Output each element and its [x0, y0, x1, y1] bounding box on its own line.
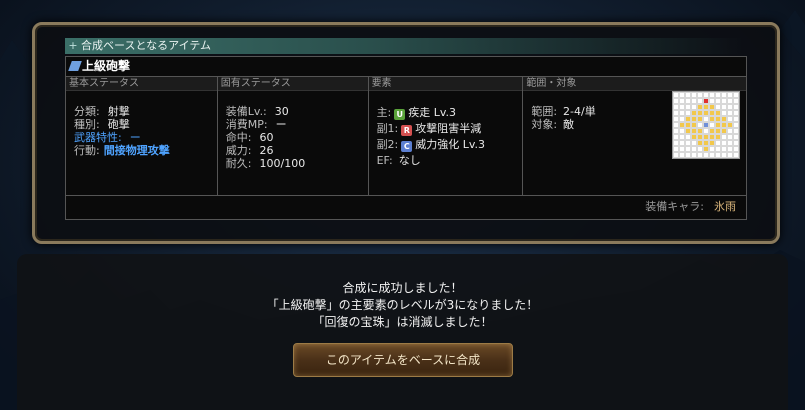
item-name: 上級砲撃 — [82, 59, 131, 73]
stat-row: 種別: 砲撃 — [74, 118, 130, 131]
stat-row: 耐久: 100/100 — [225, 157, 306, 170]
message-line: 「回復の宝珠」は消滅しました！ — [312, 315, 493, 329]
element-column: 要素 主: U 疾走 Lv.3 副1: R 攻撃阻害半減 副2: C 威力強化 Lv.3 E… — [368, 77, 524, 195]
basic-status-column: 基本ステータス 分類: 射撃 種別: 砲撃 武器特性: ー 行動: 間接物理攻撃 — [66, 77, 218, 195]
item-frame: + 合成ベースとなるアイテム 上級砲撃 基本ステータス 分類: 射撃 種別: 砲撃 武… — [32, 22, 780, 244]
item-title: 上級砲撃 — [66, 57, 746, 77]
combine-with-base-button[interactable]: このアイテムをベースに合成 — [293, 343, 513, 377]
plus-icon: + — [68, 39, 78, 52]
range-column: 範囲・対象 範囲: 2-4/単 対象: 敵 — [523, 77, 746, 195]
element-sub1-row: 副1: R 攻撃阻害半減 — [376, 122, 482, 136]
stat-row: 武器特性: ー — [74, 131, 141, 144]
stat-row: 分類: 射撃 — [74, 105, 130, 118]
stat-row: 命中: 60 — [225, 131, 274, 144]
unique-status-column: 固有ステータス 装備Lv.: 30 消費MP: ー 命中: 60 威力: 26 耐久: 1… — [217, 77, 369, 195]
unique-status-header: 固有ステータス — [217, 77, 368, 91]
section-title: 合成ベースとなるアイテム — [81, 39, 212, 52]
result-message-box: 合成に成功しました！ 「上級砲撃」の主要素のレベルが3になりました！ 「回復の宝… — [17, 254, 788, 410]
pen-icon — [68, 61, 82, 71]
basic-status-header: 基本ステータス — [66, 77, 217, 91]
section-header: + 合成ベースとなるアイテム — [65, 38, 745, 54]
range-header: 範囲・対象 — [523, 77, 746, 91]
message-line: 「上級砲撃」の主要素のレベルが3になりました！ — [266, 298, 539, 312]
element-header: 要素 — [368, 77, 523, 91]
equip-character[interactable]: 氷雨 — [714, 200, 736, 213]
item-panel: 上級砲撃 基本ステータス 分類: 射撃 種別: 砲撃 武器特性: ー 行動: 間接物理攻… — [65, 56, 747, 220]
equip-row: 装備キャラ: 氷雨 — [66, 196, 746, 218]
range-cell — [733, 152, 739, 158]
element-sub2-row: 副2: C 威力強化 Lv.3 — [376, 138, 486, 152]
common-badge-icon: C — [401, 141, 413, 152]
stat-row: 行動: 間接物理攻撃 — [74, 144, 170, 157]
stat-row: 消費MP: ー — [225, 118, 287, 131]
message-line: 合成に成功しました！ — [342, 281, 463, 295]
stat-row: 威力: 26 — [225, 144, 274, 157]
element-ef-row: EF: なし — [376, 154, 421, 167]
rare-badge-icon: R — [401, 125, 413, 136]
equip-label: 装備キャラ: — [645, 200, 704, 213]
range-grid-diagram — [672, 91, 740, 159]
action-link[interactable]: 間接物理攻撃 — [104, 144, 170, 157]
uncommon-badge-icon: U — [394, 109, 406, 120]
element-main-row: 主: U 疾走 Lv.3 — [376, 106, 457, 120]
stat-row: 装備Lv.: 30 — [225, 105, 289, 118]
